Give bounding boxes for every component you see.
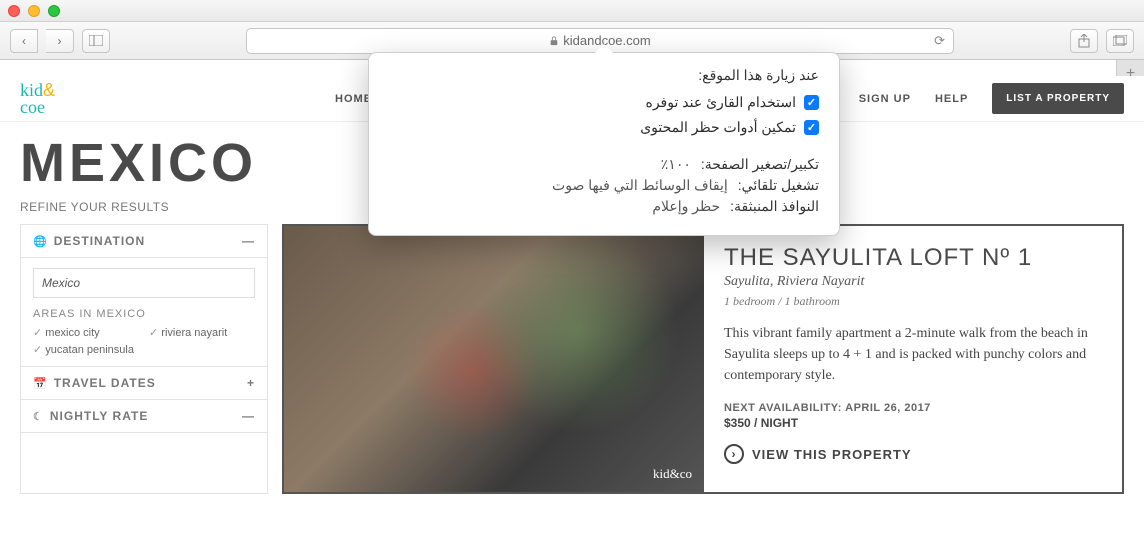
nav-help[interactable]: HELP: [935, 93, 968, 105]
close-window-button[interactable]: [8, 5, 20, 17]
collapse-icon: —: [242, 234, 255, 248]
filter-destination-header[interactable]: 🌐DESTINATION —: [21, 225, 267, 258]
property-title: THE SAYULITA LOFT Nº 1: [724, 244, 1102, 272]
tabs-icon: [1113, 35, 1127, 46]
popups-setting[interactable]: النوافذ المنبثقة: حظر وإعلام: [389, 198, 819, 215]
property-price: $350 / NIGHT: [724, 416, 1102, 430]
property-availability: NEXT AVAILABILITY: APRIL 26, 2017: [724, 402, 1102, 414]
checkbox-checked-icon: ✓: [804, 120, 819, 135]
area-option[interactable]: mexico city: [33, 326, 139, 339]
image-brand-watermark: kid&co: [653, 466, 692, 482]
use-reader-option[interactable]: ✓ استخدام القارئ عند توفره: [389, 94, 819, 111]
forward-button[interactable]: ›: [46, 29, 74, 53]
sidebar-icon: [89, 35, 103, 46]
destination-input[interactable]: [33, 268, 255, 298]
share-button[interactable]: [1070, 29, 1098, 53]
property-description: This vibrant family apartment a 2-minute…: [724, 323, 1102, 386]
globe-icon: 🌐: [33, 236, 48, 248]
area-option[interactable]: riviera nayarit: [149, 326, 255, 339]
window-titlebar: [0, 0, 1144, 22]
site-logo[interactable]: kid&coe: [20, 82, 55, 114]
nav-signup[interactable]: SIGN UP: [859, 93, 911, 105]
expand-icon: +: [247, 376, 255, 390]
share-icon: [1078, 34, 1090, 48]
filter-travel-dates-header[interactable]: 📅TRAVEL DATES +: [21, 367, 267, 400]
option-label: استخدام القارئ عند توفره: [646, 94, 797, 111]
sidebar-button[interactable]: [82, 29, 110, 53]
refine-label: REFINE YOUR RESULTS: [20, 200, 169, 214]
tabs-button[interactable]: [1106, 29, 1134, 53]
reload-button[interactable]: ⟳: [934, 33, 945, 49]
option-label: تمكين أدوات حظر المحتوى: [640, 119, 796, 136]
results-list: kid&co THE SAYULITA LOFT Nº 1 Sayulita, …: [282, 224, 1124, 494]
property-image: kid&co: [284, 226, 704, 492]
property-card[interactable]: kid&co THE SAYULITA LOFT Nº 1 Sayulita, …: [282, 224, 1124, 494]
zoom-window-button[interactable]: [48, 5, 60, 17]
view-property-link[interactable]: › VIEW THIS PROPERTY: [724, 444, 1102, 464]
moon-icon: ☾: [33, 411, 44, 423]
filter-nightly-rate-header[interactable]: ☾NIGHTLY RATE —: [21, 400, 267, 433]
site-settings-popover: عند زيارة هذا الموقع: ✓ استخدام القارئ ع…: [368, 52, 840, 236]
popover-title: عند زيارة هذا الموقع:: [389, 67, 819, 84]
nav-home[interactable]: HOME: [335, 93, 372, 105]
arrow-right-icon: ›: [724, 444, 744, 464]
filters-sidebar: 🌐DESTINATION — AREAS IN MEXICO mexico ci…: [20, 224, 268, 494]
collapse-icon: —: [242, 409, 255, 423]
back-button[interactable]: ‹: [10, 29, 38, 53]
calendar-icon: 📅: [33, 378, 48, 390]
list-property-button[interactable]: LIST A PROPERTY: [992, 83, 1124, 114]
area-option[interactable]: yucatan peninsula: [33, 343, 139, 356]
property-beds: 1 bedroom / 1 bathroom: [724, 294, 1102, 309]
property-location: Sayulita, Riviera Nayarit: [724, 274, 1102, 290]
zoom-setting[interactable]: تكبير/تصغير الصفحة: ١٠٠٪: [389, 156, 819, 173]
autoplay-setting[interactable]: تشغيل تلقائي: إيقاف الوسائط التي فيها صو…: [389, 177, 819, 194]
minimize-window-button[interactable]: [28, 5, 40, 17]
content-blockers-option[interactable]: ✓ تمكين أدوات حظر المحتوى: [389, 119, 819, 136]
areas-heading: AREAS IN MEXICO: [33, 308, 255, 320]
lock-icon: [549, 36, 559, 46]
checkbox-checked-icon: ✓: [804, 95, 819, 110]
